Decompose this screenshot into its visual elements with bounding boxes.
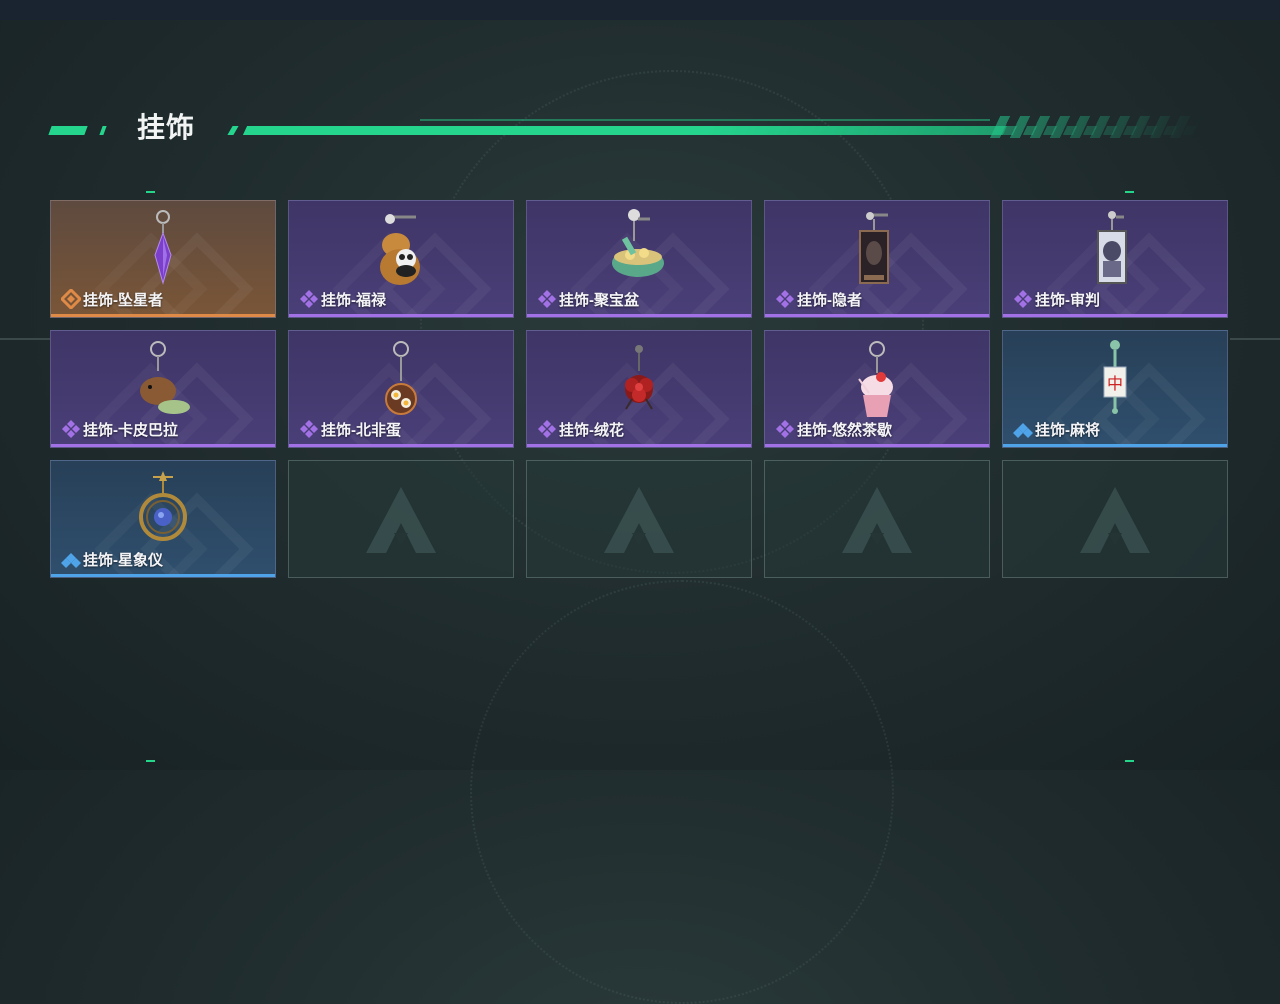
corner-marker	[146, 191, 155, 193]
top-bar	[0, 0, 1280, 20]
cupcake-charm-icon	[858, 341, 893, 417]
charm-name: 挂饰-绒花	[559, 422, 624, 439]
charm-name: 挂饰-福禄	[321, 292, 386, 309]
charm-name: 挂饰-星象仪	[83, 552, 163, 569]
section-title: 挂饰	[137, 112, 196, 143]
rarity-underline	[1003, 314, 1227, 317]
rarity-underline	[289, 444, 513, 447]
empty-slot	[288, 460, 514, 578]
red-flower-charm-icon	[625, 345, 653, 410]
background-ring	[470, 580, 894, 1004]
shakshuka-charm-icon	[385, 341, 417, 415]
rare-rarity-icon	[61, 553, 81, 568]
charm-name: 挂饰-坠星者	[83, 292, 163, 309]
charm-name: 挂饰-悠然茶歇	[797, 422, 892, 439]
charm-card[interactable]: 挂饰-审判	[1002, 200, 1228, 318]
capybara-charm-icon	[140, 341, 190, 414]
charm-name: 挂饰-审判	[1035, 292, 1100, 309]
corner-marker	[146, 760, 155, 762]
rarity-underline	[51, 314, 275, 317]
charm-card[interactable]: 挂饰-北非蛋	[288, 330, 514, 448]
orrery-charm-icon	[139, 471, 187, 541]
empty-slot	[526, 460, 752, 578]
charm-card[interactable]: 挂饰-星象仪	[50, 460, 276, 578]
epic-rarity-icon	[776, 420, 794, 438]
header-accent-bar	[48, 126, 88, 135]
corner-marker	[1125, 191, 1134, 193]
charm-card[interactable]: 挂饰-坠星者	[50, 200, 276, 318]
charm-name: 挂饰-麻将	[1035, 422, 1100, 439]
epic-rarity-icon	[1014, 290, 1032, 308]
game-logo-icon	[366, 487, 436, 553]
charm-name: 挂饰-聚宝盆	[559, 292, 639, 309]
header-progress-line	[242, 126, 1008, 135]
rarity-underline	[527, 444, 751, 447]
hermit-card-charm-icon	[859, 212, 889, 284]
header-thin-line	[420, 119, 990, 121]
section-header: 挂饰	[48, 110, 1206, 150]
charm-card[interactable]: 中 挂饰-麻将	[1002, 330, 1228, 448]
charm-card[interactable]: 挂饰-聚宝盆	[526, 200, 752, 318]
epic-rarity-icon	[538, 420, 556, 438]
side-divider-right	[1230, 338, 1280, 340]
rarity-underline	[527, 314, 751, 317]
judgement-card-charm-icon	[1097, 211, 1127, 284]
header-checker-pattern	[992, 126, 1203, 135]
epic-rarity-icon	[300, 290, 318, 308]
svg-text:中: 中	[1107, 374, 1123, 393]
side-divider-left	[0, 338, 50, 340]
charm-card[interactable]: 挂饰-悠然茶歇	[764, 330, 990, 448]
charm-card[interactable]: 挂饰-福禄	[288, 200, 514, 318]
legendary-rarity-icon	[61, 289, 81, 309]
rarity-underline	[1003, 444, 1227, 447]
charm-name: 挂饰-北非蛋	[321, 422, 401, 439]
charm-card[interactable]: 挂饰-隐者	[764, 200, 990, 318]
game-logo-icon	[604, 487, 674, 553]
rarity-underline	[51, 574, 275, 577]
treasure-bowl-charm-icon	[612, 209, 664, 277]
rarity-underline	[765, 314, 989, 317]
corner-marker	[1125, 760, 1134, 762]
rarity-underline	[765, 444, 989, 447]
charm-card[interactable]: 挂饰-卡皮巴拉	[50, 330, 276, 448]
rarity-underline	[51, 444, 275, 447]
epic-rarity-icon	[62, 420, 80, 438]
rarity-underline	[289, 314, 513, 317]
purple-crystal-charm-icon	[154, 210, 172, 285]
empty-slot	[764, 460, 990, 578]
header-accent-bar	[227, 126, 239, 135]
charm-card[interactable]: 挂饰-绒花	[526, 330, 752, 448]
epic-rarity-icon	[538, 290, 556, 308]
charm-name: 挂饰-卡皮巴拉	[83, 422, 178, 439]
game-logo-icon	[1080, 487, 1150, 553]
game-logo-icon	[842, 487, 912, 553]
header-accent-bar	[99, 126, 107, 135]
mahjong-tile-charm-icon: 中	[1103, 340, 1127, 414]
panda-gourd-charm-icon	[380, 214, 420, 285]
rare-rarity-icon	[1013, 423, 1033, 438]
empty-slot	[1002, 460, 1228, 578]
charm-name: 挂饰-隐者	[797, 292, 862, 309]
epic-rarity-icon	[776, 290, 794, 308]
epic-rarity-icon	[300, 420, 318, 438]
